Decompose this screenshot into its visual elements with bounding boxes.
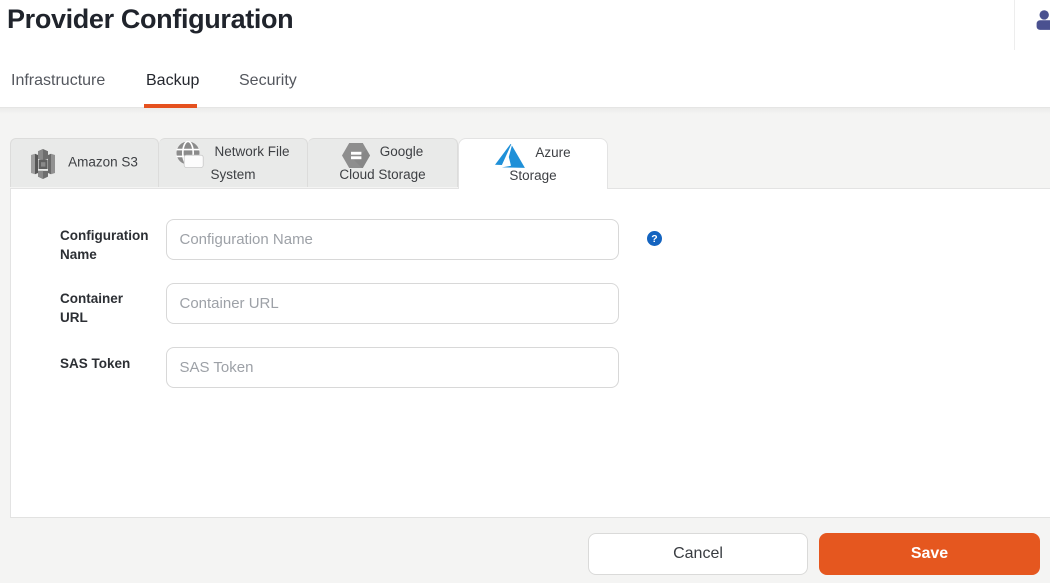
svg-text:?: ?	[651, 233, 657, 245]
